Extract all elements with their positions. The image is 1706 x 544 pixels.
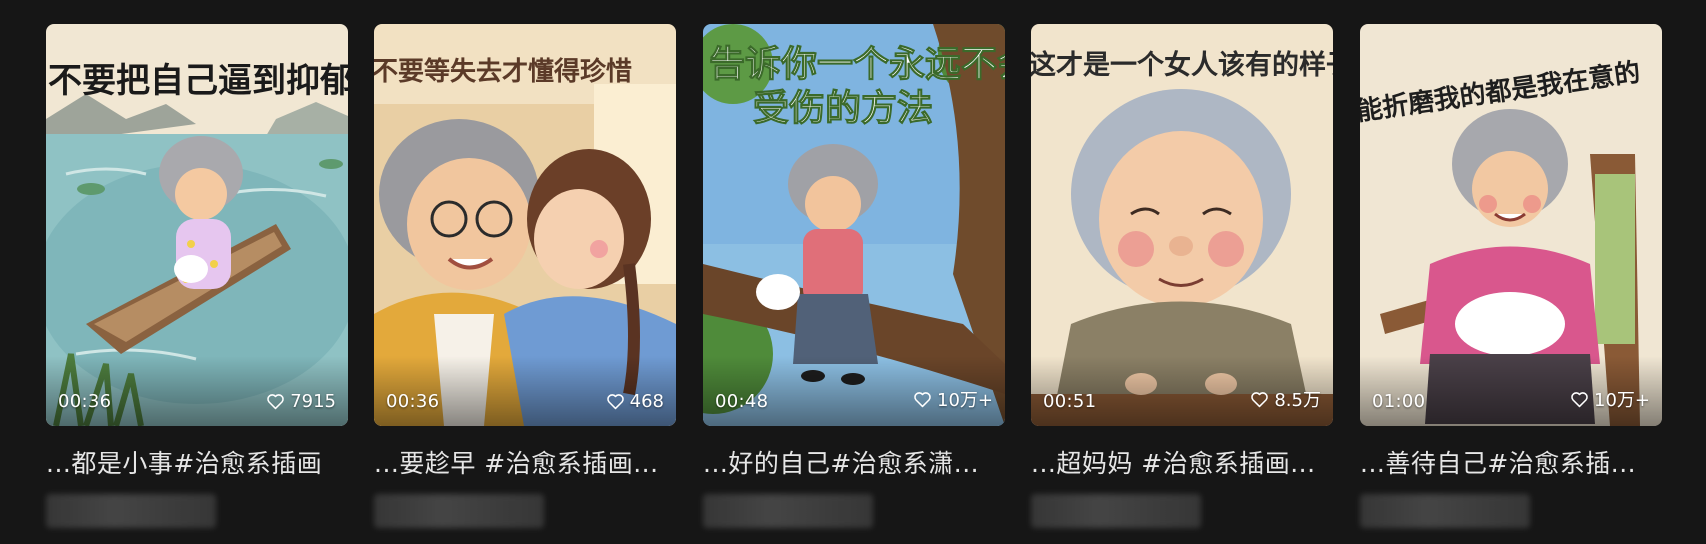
video-thumbnail[interactable]: 能折磨我的都是我在意的 01:00 10万+ [1360,24,1662,426]
video-title[interactable]: ...要趁早 #治愈系插画... [374,444,676,480]
author-name-blurred [1031,494,1201,528]
like-count: 468 [606,391,664,412]
video-duration: 00:48 [715,391,769,412]
like-count: 7915 [266,391,336,412]
author-name-blurred [703,494,873,528]
video-title[interactable]: ...好的自己#治愈系潇... [703,444,1005,480]
author-name-blurred [374,494,544,528]
video-title[interactable]: ...超妈妈 #治愈系插画... [1031,444,1333,480]
image-caption-line-2: 受伤的方法 [753,87,933,129]
video-duration: 00:36 [386,391,440,412]
image-caption: 不要把自己逼到抑郁 [48,61,348,101]
video-card[interactable]: 告诉你一个永远不会 受伤的方法 00:48 10万+ ...好的自己#治愈系潇.… [703,24,1005,528]
author-name-blurred [1360,494,1530,528]
author-name-blurred [46,494,216,528]
like-count-value: 7915 [290,391,336,412]
like-count-value: 10万+ [937,390,993,411]
like-count: 10万+ [1570,386,1650,412]
video-title[interactable]: ...都是小事#治愈系插画 [46,444,348,480]
heart-outline-icon [914,391,931,407]
like-count-value: 468 [629,391,664,412]
video-card[interactable]: 能折磨我的都是我在意的 01:00 10万+ ...善待自己#治愈系插... [1360,24,1662,528]
like-count: 10万+ [913,386,993,412]
heart-outline-icon [267,394,284,410]
video-duration: 01:00 [1372,391,1426,412]
heart-outline-icon [1571,391,1588,407]
video-thumbnail[interactable]: 不要等失去才懂得珍惜 00:36 468 [374,24,676,426]
video-duration: 00:36 [58,391,112,412]
video-thumbnail[interactable]: 不要把自己逼到抑郁 00:36 7915 [46,24,348,426]
video-card[interactable]: 不要等失去才懂得珍惜 00:36 468 ...要趁早 #治愈系插画... [374,24,676,528]
video-thumbnail[interactable]: 告诉你一个永远不会 受伤的方法 00:48 10万+ [703,24,1005,426]
like-count: 8.5万 [1250,386,1321,412]
video-duration: 00:51 [1043,391,1097,412]
heart-outline-icon [606,394,624,410]
video-card[interactable]: 不要把自己逼到抑郁 00:36 7915 ...都是小事#治愈系插画 [46,24,348,528]
video-card[interactable]: 这才是一个女人该有的样子 00:51 8.5万 ...超妈妈 #治愈系插画... [1031,24,1333,528]
heart-outline-icon [1251,391,1269,407]
video-grid: 不要把自己逼到抑郁 00:36 7915 ...都是小事#治愈系插画 不要等失去… [0,0,1706,544]
video-thumbnail[interactable]: 这才是一个女人该有的样子 00:51 8.5万 [1031,24,1333,426]
image-caption: 这才是一个女人该有的样子 [1031,49,1333,81]
image-caption: 不要等失去才懂得珍惜 [374,56,632,87]
image-caption: 告诉你一个永远不会 [709,43,1005,85]
like-count-value: 8.5万 [1274,390,1321,411]
video-title[interactable]: ...善待自己#治愈系插... [1360,444,1662,480]
like-count-value: 10万+ [1594,390,1650,411]
